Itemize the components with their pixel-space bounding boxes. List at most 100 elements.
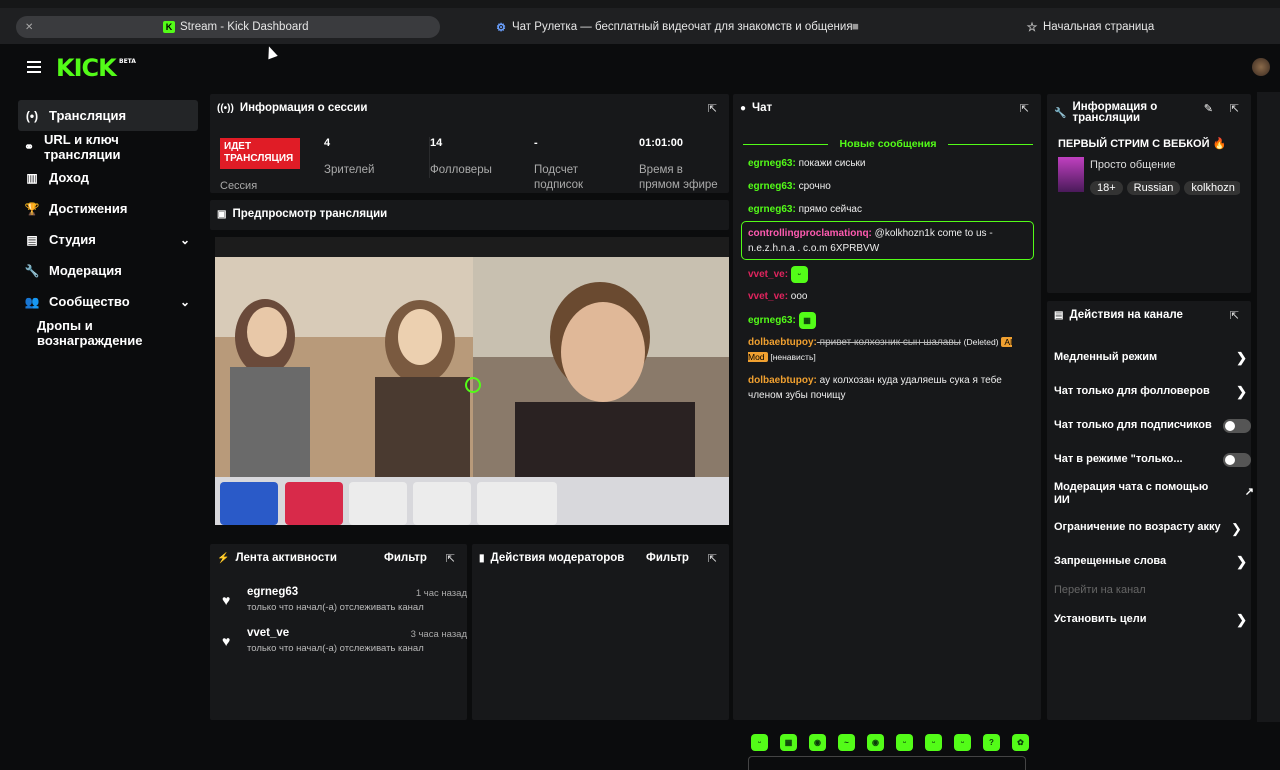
- chat-message: dolbaebtupoy: ау колхозан куда удаляешь …: [748, 373, 1028, 403]
- emote-icon[interactable]: ᵕ: [954, 734, 971, 751]
- user-avatar[interactable]: [1252, 58, 1270, 76]
- emote-icon[interactable]: ~: [838, 734, 855, 751]
- action-ai-moderation[interactable]: Модерация чата с помощью ИИ ↗: [1054, 481, 1254, 507]
- emote-icon[interactable]: ◉: [867, 734, 884, 751]
- stat-live-time: 01:01:00 Время в прямом эфире: [639, 137, 724, 193]
- sidebar-item-revenue[interactable]: ▥ Доход: [18, 162, 198, 193]
- chat-username[interactable]: dolbaebtupoy:: [748, 337, 817, 348]
- edit-icon[interactable]: ✎: [1204, 102, 1213, 115]
- action-age-restriction[interactable]: Ограничение по возрасту акку: [1054, 521, 1234, 534]
- sidebar-item-moderation[interactable]: 🔧 Модерация: [18, 255, 198, 286]
- camera-icon: ■: [852, 21, 859, 33]
- emote-icon[interactable]: ?: [983, 734, 1000, 751]
- panel-title: ● Чат: [740, 102, 772, 114]
- action-slow-mode[interactable]: Медленный режим ❯: [1054, 351, 1247, 364]
- subscribers-only-toggle[interactable]: [1223, 419, 1251, 433]
- chevron-right-icon: ❯: [1236, 554, 1247, 569]
- action-banned-words[interactable]: Запрещенные слова ❯: [1054, 554, 1247, 569]
- expand-icon[interactable]: ⇱: [1020, 102, 1029, 115]
- sidebar-item-label: Дропы и вознаграждение: [37, 317, 143, 348]
- chat-text: покажи сиськи: [795, 158, 866, 169]
- chat-username[interactable]: egrneg63:: [748, 204, 796, 215]
- chat-username[interactable]: controllingproclamationq:: [748, 228, 872, 239]
- activity-title: Лента активности: [235, 552, 337, 564]
- chat-message: egrneg63: срочно: [748, 179, 1028, 194]
- action-go-to-channel[interactable]: Перейти на канал: [1054, 584, 1244, 597]
- preview-icon: ▣: [217, 208, 227, 220]
- stream-info-panel: 🔧 Информация о трансляции ✎ ⇱ ПЕРВЫЙ СТРИ…: [1047, 94, 1251, 293]
- panel-title: ▤ Действия на канале: [1054, 309, 1183, 321]
- stat-value: 01:01:00: [639, 137, 684, 149]
- emote-icon[interactable]: ✿: [1012, 734, 1029, 751]
- panel-title: ((•)) Информация о сессии: [217, 102, 367, 114]
- expand-icon[interactable]: ⇱: [1230, 102, 1239, 115]
- action-label: Модерация чата с помощью ИИ: [1054, 481, 1209, 506]
- sidebar-item-studio[interactable]: ▤ Студия ⌄: [18, 224, 198, 255]
- wrench-icon: 🔧: [1054, 107, 1067, 119]
- category-name[interactable]: Просто общение: [1090, 159, 1176, 171]
- sidebar-item-drops[interactable]: Дропы и вознаграждение: [18, 317, 198, 348]
- tab-title: Начальная страница: [1043, 21, 1155, 33]
- chat-username[interactable]: egrneg63:: [748, 181, 796, 192]
- close-icon[interactable]: ✕: [25, 22, 33, 33]
- sidebar-item-broadcast[interactable]: (•) Трансляция: [18, 100, 198, 131]
- sidebar-item-label: Сообщество: [49, 294, 130, 309]
- action-set-goals[interactable]: Установить цели ❯: [1054, 613, 1247, 626]
- stream-title: ПЕРВЫЙ СТРИМ С ВЕБКОЙ 🔥: [1058, 138, 1227, 150]
- tab-chat-roulette[interactable]: ⚙ Чат Рулетка — бесплатный видеочат для …: [495, 16, 853, 38]
- kick-logo[interactable]: KICK BETA: [56, 54, 136, 82]
- chat-username[interactable]: vvet_ve:: [748, 269, 788, 280]
- sidebar-nav: (•) Трансляция ⚭ URL и ключ трансляции ▥ До…: [18, 100, 198, 348]
- emote-icon[interactable]: ◉: [809, 734, 826, 751]
- chevron-down-icon[interactable]: ⌄: [180, 295, 190, 309]
- stat-viewers: 4 Зрителей: [324, 137, 424, 178]
- heart-icon: ♥: [222, 592, 231, 608]
- expand-icon[interactable]: ⇱: [446, 552, 455, 565]
- chat-input[interactable]: [748, 756, 1026, 770]
- emote-icon[interactable]: ᵕ: [925, 734, 942, 751]
- chat-message: vvet_ve: ооо: [748, 289, 1028, 304]
- live-status-badge: ИДЕТ ТРАНСЛЯЦИЯ: [220, 138, 300, 169]
- logo-text: KICK: [56, 54, 117, 82]
- expand-icon[interactable]: ⇱: [1230, 309, 1239, 322]
- feed-username[interactable]: egrneg63: [247, 586, 298, 598]
- menu-icon[interactable]: [27, 61, 41, 73]
- expand-icon[interactable]: ⇱: [708, 102, 717, 115]
- trophy-icon: 🏆: [24, 201, 40, 216]
- list-icon: ▤: [1054, 309, 1064, 321]
- chat-username[interactable]: dolbaebtupoy:: [748, 375, 817, 386]
- only-mode-toggle[interactable]: [1223, 453, 1251, 467]
- sidebar-item-community[interactable]: 👥 Сообщество ⌄: [18, 286, 198, 317]
- stat-label: Время в прямом эфире: [639, 164, 718, 191]
- sidebar-item-achievements[interactable]: 🏆 Достижения: [18, 193, 198, 224]
- emote-icon[interactable]: ᵕ: [751, 734, 768, 751]
- stat-subscriptions: - Подсчет подписок: [534, 137, 614, 193]
- feed-description: только что начал(-а) отслеживать канал: [247, 602, 424, 613]
- chat-message: egrneg63: ▦: [748, 312, 1028, 329]
- feed-username[interactable]: vvet_ve: [247, 627, 289, 639]
- bolt-icon: ⚡: [217, 552, 230, 564]
- filter-button[interactable]: Фильтр: [384, 552, 427, 564]
- filter-button[interactable]: Фильтр: [646, 552, 689, 564]
- sidebar-item-label: Достижения: [49, 201, 128, 216]
- chevron-down-icon[interactable]: ⌄: [180, 233, 190, 247]
- emote-icon[interactable]: ᵕ: [896, 734, 913, 751]
- beta-badge: BETA: [119, 58, 136, 65]
- chat-username[interactable]: egrneg63:: [748, 315, 796, 326]
- category-thumbnail[interactable]: [1058, 157, 1084, 192]
- chat-username[interactable]: egrneg63:: [748, 158, 796, 169]
- kick-dashboard: KICK BETA (•) Трансляция ⚭ URL и ключ транс…: [0, 44, 1280, 770]
- gear-favicon-icon: ⚙: [496, 21, 506, 34]
- stream-preview-video[interactable]: [210, 237, 734, 531]
- channel-actions-title: Действия на канале: [1069, 309, 1183, 321]
- wrench-icon: 🔧: [24, 263, 40, 278]
- action-followers-only[interactable]: Чат только для фолловеров ❯: [1054, 385, 1247, 398]
- emote-icon[interactable]: ▦: [780, 734, 797, 751]
- tab-start-page[interactable]: ☆ Начальная страница: [1026, 16, 1155, 38]
- action-label: Запрещенные слова: [1054, 555, 1167, 567]
- chat-username[interactable]: vvet_ve:: [748, 291, 788, 302]
- expand-icon[interactable]: ⇱: [708, 552, 717, 565]
- sidebar-item-stream-key[interactable]: ⚭ URL и ключ трансляции: [18, 131, 198, 162]
- tab-kick-dashboard[interactable]: ✕ K Stream - Kick Dashboard: [16, 16, 440, 38]
- tab-title: Чат Рулетка — бесплатный видеочат для зн…: [512, 21, 853, 33]
